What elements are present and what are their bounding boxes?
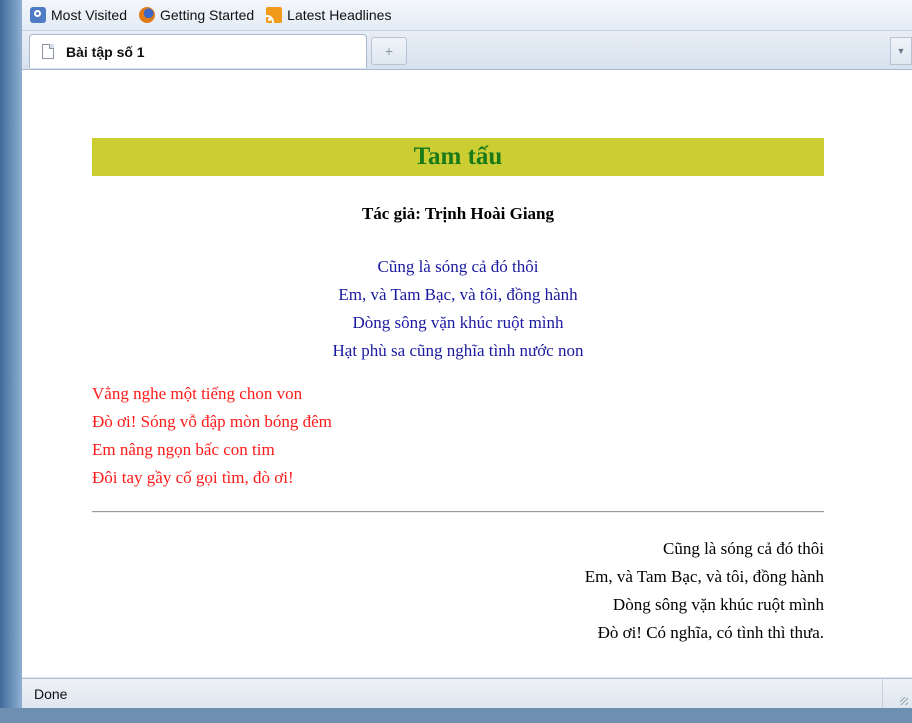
- poem-author: Tác giả: Trịnh Hoài Giang: [361, 204, 555, 223]
- chevron-down-icon: ▼: [896, 46, 906, 56]
- poem-title: Tam tấu: [92, 138, 824, 176]
- most-visited-icon: [30, 7, 46, 23]
- bookmark-latest-headlines[interactable]: Latest Headlines: [266, 4, 391, 26]
- plus-icon: +: [384, 43, 394, 59]
- poem-line: Em, và Tam Bạc, và tôi, đồng hành: [584, 567, 824, 586]
- firefox-icon: [139, 7, 155, 23]
- tab-active[interactable]: Bài tập số 1: [29, 34, 367, 68]
- resize-grip-icon[interactable]: [882, 679, 912, 709]
- poem-line: Em, và Tam Bạc, và tôi, đồng hành: [338, 285, 578, 304]
- new-tab-button[interactable]: +: [371, 37, 407, 65]
- poem-line: Em nâng ngọn bấc con tim: [92, 440, 275, 459]
- stanza-left: Vẳng nghe một tiếng chon von Đò ơi! Sóng…: [92, 380, 824, 492]
- stanza-right: Cũng là sóng cả đó thôi Em, và Tam Bạc, …: [92, 535, 824, 647]
- window-bottom-edge: [0, 708, 912, 723]
- poem-line: Đò ơi! Có nghĩa, có tình thì thưa.: [597, 623, 824, 642]
- status-bar: Done: [22, 678, 912, 709]
- poem-line: Cũng là sóng cả đó thôi: [662, 539, 824, 558]
- poem-line: Hạt phù sa cũng nghĩa tình nước non: [332, 341, 584, 360]
- poem-line: Cũng là sóng cả đó thôi: [377, 257, 539, 276]
- bookmark-label: Latest Headlines: [287, 7, 392, 23]
- browser-window: Most Visited Getting Started Latest Head…: [0, 0, 912, 723]
- stanza-centered: Cũng là sóng cả đó thôi Em, và Tam Bạc, …: [92, 253, 824, 365]
- list-all-tabs-button[interactable]: ▼: [890, 37, 912, 65]
- poem-line: Đò ơi! Sóng vỗ đập mòn bóng đêm: [92, 412, 332, 431]
- bookmark-label: Getting Started: [160, 7, 255, 23]
- window-left-edge: [0, 0, 22, 708]
- bookmark-label: Most Visited: [51, 7, 127, 23]
- poem-line: Dòng sông vặn khúc ruột mình: [352, 313, 564, 332]
- poem-line: Vẳng nghe một tiếng chon von: [92, 384, 303, 403]
- poem-line: Dòng sông vặn khúc ruột mình: [612, 595, 824, 614]
- status-text: Done: [34, 686, 68, 702]
- bookmark-most-visited[interactable]: Most Visited: [30, 4, 127, 26]
- page-content: Tam tấu Tác giả: Trịnh Hoài Giang Cũng l…: [22, 70, 912, 677]
- bookmark-getting-started[interactable]: Getting Started: [139, 4, 254, 26]
- rss-feed-icon: [266, 7, 283, 23]
- poem-line: Đôi tay gầy cố gọi tìm, đò ơi!: [92, 468, 294, 487]
- tab-bar: Bài tập số 1 + ▼: [22, 31, 912, 70]
- tab-label: Bài tập số 1: [66, 43, 145, 60]
- horizontal-rule: [92, 511, 824, 513]
- bookmarks-toolbar: Most Visited Getting Started Latest Head…: [22, 0, 912, 31]
- page-icon: [42, 44, 54, 59]
